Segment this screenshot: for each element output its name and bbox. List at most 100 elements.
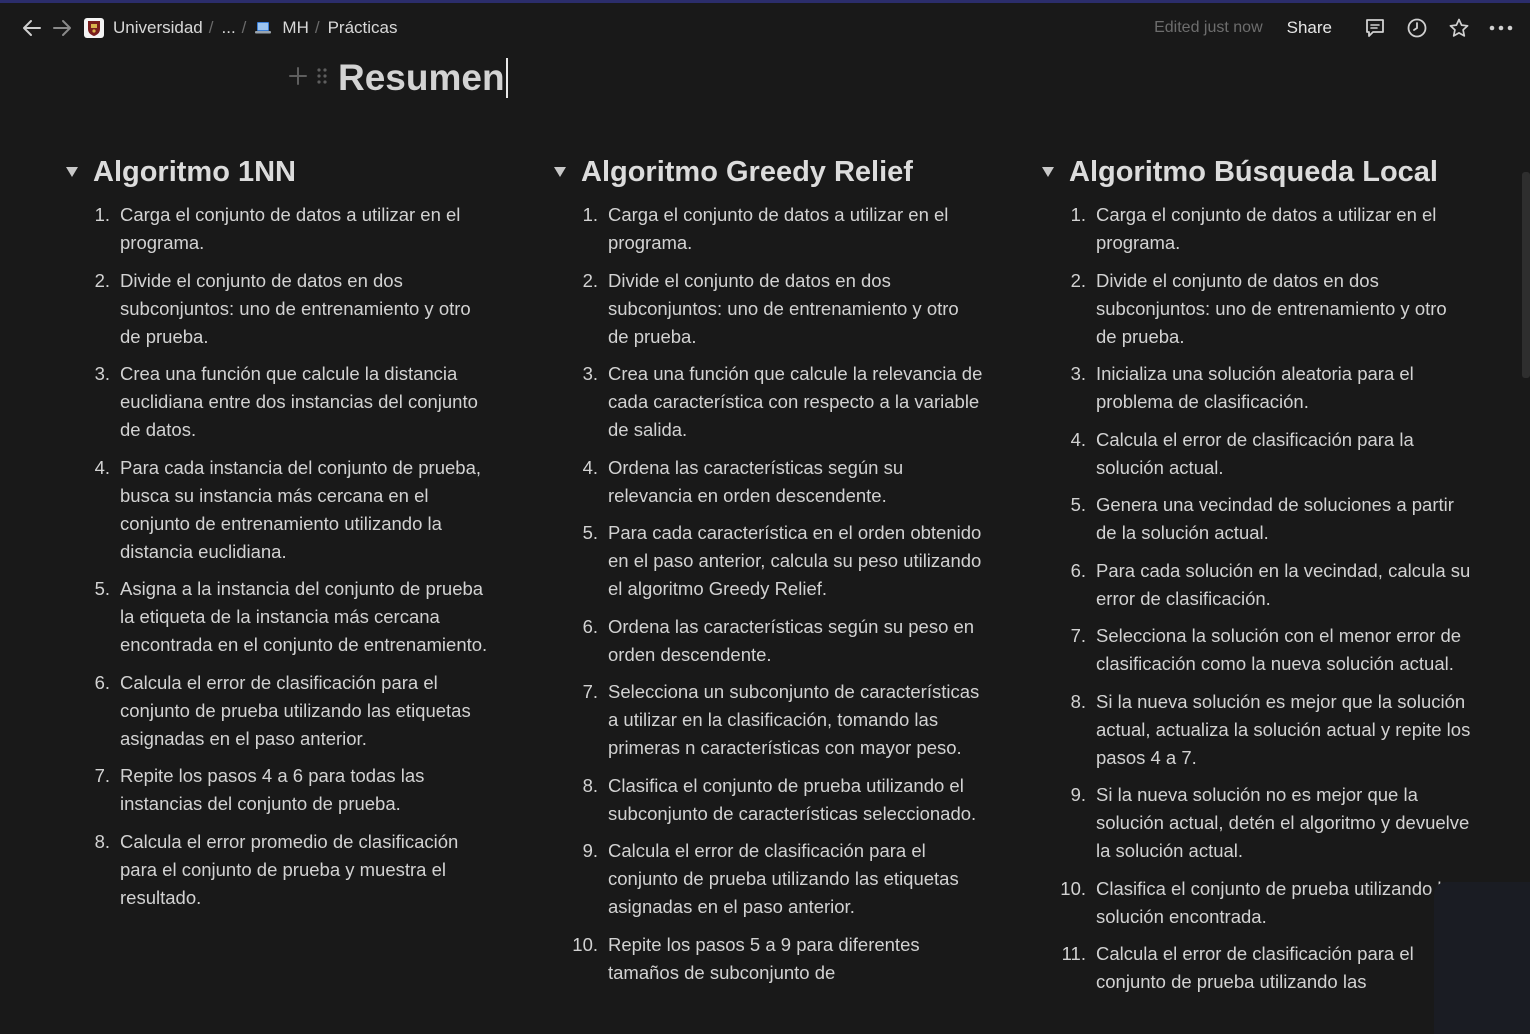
list-number: 9.: [582, 840, 598, 861]
list-text[interactable]: Crea una función que calcule la distanci…: [120, 360, 496, 444]
list-text[interactable]: Selecciona un subconjunto de característ…: [608, 678, 984, 762]
list-text[interactable]: Clasifica el conjunto de prueba utilizan…: [608, 772, 984, 828]
list-item: 5. Asigna a la instancia del conjunto de …: [66, 575, 496, 659]
toggle-heading[interactable]: Algoritmo Búsqueda Local: [1042, 150, 1472, 194]
list-item: 4. Ordena las características según su re…: [554, 454, 984, 510]
list-text[interactable]: Genera una vecindad de soluciones a part…: [1096, 491, 1472, 547]
list-item: 1. Carga el conjunto de datos a utilizar …: [66, 201, 496, 257]
list-item: 5. Genera una vecindad de soluciones a pa…: [1042, 491, 1472, 547]
list-text[interactable]: Selecciona la solución con el menor erro…: [1096, 622, 1472, 678]
list-number: 2.: [1070, 269, 1086, 291]
star-icon[interactable]: [1444, 13, 1474, 43]
list-text[interactable]: Carga el conjunto de datos a utilizar en…: [120, 201, 496, 257]
list-number: 9.: [1070, 784, 1086, 805]
list-text[interactable]: Ordena las características según su peso…: [608, 613, 984, 669]
list-text[interactable]: Carga el conjunto de datos a utilizar en…: [1096, 201, 1472, 257]
list-text[interactable]: Si la nueva solución es mejor que la sol…: [1096, 688, 1472, 772]
list-item: 8. Calcula el error promedio de clasifica…: [66, 828, 496, 912]
list-item: 9. Si la nueva solución no es mejor que l…: [1042, 781, 1472, 865]
list-number: 4.: [1070, 428, 1086, 450]
list-text[interactable]: Carga el conjunto de datos a utilizar en…: [608, 201, 984, 257]
list-text[interactable]: Calcula el error de clasificación para e…: [608, 837, 984, 921]
list-number: 4.: [94, 456, 110, 478]
comment-icon[interactable]: [1360, 13, 1390, 43]
list-number: 7.: [94, 765, 110, 786]
list-item: 3. Inicializa una solución aleatoria para…: [1042, 360, 1472, 416]
share-button[interactable]: Share: [1287, 18, 1332, 38]
list-text[interactable]: Calcula el error de clasificación para l…: [1096, 426, 1472, 482]
laptop-icon: [254, 21, 272, 35]
breadcrumb-parent[interactable]: MH: [282, 18, 308, 38]
toggle-heading[interactable]: Algoritmo Greedy Relief: [554, 150, 984, 194]
list-item: 6. Ordena las características según su pe…: [554, 613, 984, 669]
list-text[interactable]: Para cada solución en la vecindad, calcu…: [1096, 557, 1472, 613]
clock-icon[interactable]: [1402, 13, 1432, 43]
list-text[interactable]: Si la nueva solución no es mejor que la …: [1096, 781, 1472, 865]
arrow-right-icon[interactable]: [50, 16, 74, 40]
list-text[interactable]: Ordena las características según su rele…: [608, 454, 984, 510]
list-item: 4. Para cada instancia del conjunto de pr…: [66, 454, 496, 566]
scrollbar-thumb[interactable]: [1522, 172, 1530, 378]
list-text[interactable]: Repite los pasos 5 a 9 para diferentes t…: [608, 931, 984, 987]
list-item: 7. Repite los pasos 4 a 6 para todas las …: [66, 762, 496, 818]
list-item: 2. Divide el conjunto de datos en dos sub…: [1042, 267, 1472, 351]
list-text[interactable]: Inicializa una solución aleatoria para e…: [1096, 360, 1472, 416]
list-number: 3.: [94, 363, 110, 384]
breadcrumb-workspace[interactable]: Universidad: [113, 18, 203, 38]
page-title-row: Resumen: [288, 58, 508, 98]
list-number: 7.: [582, 681, 598, 702]
list-number: 8.: [1070, 690, 1086, 712]
university-crest-icon: [84, 18, 104, 38]
numbered-list: 1. Carga el conjunto de datos a utilizar …: [1042, 201, 1472, 996]
list-item: 7. Selecciona un subconjunto de caracterí…: [554, 678, 984, 762]
list-item: 2. Divide el conjunto de datos en dos sub…: [66, 267, 496, 351]
more-horizontal-icon[interactable]: [1486, 13, 1516, 43]
list-item: 3. Crea una función que calcule la distan…: [66, 360, 496, 444]
list-number: 3.: [582, 363, 598, 384]
drag-handle-icon[interactable]: [316, 66, 328, 91]
breadcrumb-current[interactable]: Prácticas: [328, 18, 398, 38]
list-text[interactable]: Divide el conjunto de datos en dos subco…: [608, 267, 984, 351]
list-number: 5.: [1070, 494, 1086, 515]
toggle-heading[interactable]: Algoritmo 1NN: [66, 150, 496, 194]
top-bar: Universidad / ... / MH / Prácticas Edite…: [0, 3, 1530, 53]
list-number: 1.: [94, 204, 110, 225]
list-text[interactable]: Asigna a la instancia del conjunto de pr…: [120, 575, 496, 659]
numbered-list: 1. Carga el conjunto de datos a utilizar …: [554, 201, 984, 987]
list-text[interactable]: Crea una función que calcule la relevanc…: [608, 360, 984, 444]
list-number: 5.: [582, 522, 598, 543]
list-number: 1.: [582, 204, 598, 225]
list-number: 3.: [1070, 363, 1086, 384]
list-item: 8. Clasifica el conjunto de prueba utiliz…: [554, 772, 984, 828]
list-text[interactable]: Para cada instancia del conjunto de prue…: [120, 454, 496, 566]
toggle-triangle-icon[interactable]: [554, 167, 566, 177]
list-text[interactable]: Calcula el error promedio de clasificaci…: [120, 828, 496, 912]
list-number: 6.: [94, 671, 110, 693]
plus-icon[interactable]: [288, 66, 308, 91]
column-1nn: Algoritmo 1NN 1. Carga el conjunto de dat…: [66, 150, 496, 921]
column-heading: Algoritmo Búsqueda Local: [1069, 155, 1438, 188]
breadcrumb-ellipsis[interactable]: ...: [222, 18, 236, 38]
breadcrumb-separator: /: [241, 18, 247, 37]
list-text[interactable]: Clasifica el conjunto de prueba utilizan…: [1096, 875, 1472, 931]
list-number: 5.: [94, 578, 110, 599]
list-number: 11.: [1061, 943, 1086, 964]
list-item: 8. Si la nueva solución es mejor que la s…: [1042, 688, 1472, 772]
numbered-list: 1. Carga el conjunto de datos a utilizar …: [66, 201, 496, 912]
list-text[interactable]: Repite los pasos 4 a 6 para todas las in…: [120, 762, 496, 818]
list-text[interactable]: Divide el conjunto de datos en dos subco…: [1096, 267, 1472, 351]
arrow-left-icon[interactable]: [20, 16, 44, 40]
list-text[interactable]: Divide el conjunto de datos en dos subco…: [120, 267, 496, 351]
list-text[interactable]: Calcula el error de clasificación para e…: [1096, 940, 1472, 996]
list-number: 10.: [1060, 877, 1086, 899]
page-title[interactable]: Resumen: [338, 58, 508, 98]
breadcrumb-separator: /: [314, 18, 320, 37]
list-number: 4.: [582, 456, 598, 478]
list-text[interactable]: Calcula el error de clasificación para e…: [120, 669, 496, 753]
toggle-triangle-icon[interactable]: [66, 167, 78, 177]
list-number: 7.: [1070, 625, 1086, 646]
toggle-triangle-icon[interactable]: [1042, 167, 1054, 177]
list-item: 4. Calcula el error de clasificación para…: [1042, 426, 1472, 482]
list-text[interactable]: Para cada característica en el orden obt…: [608, 519, 984, 603]
list-number: 1.: [1070, 204, 1086, 225]
